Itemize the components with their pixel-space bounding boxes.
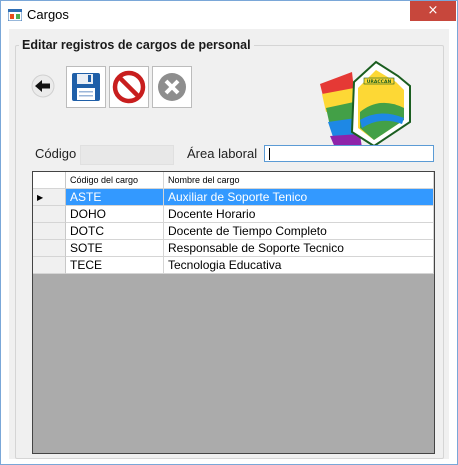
cell-nombre[interactable]: Auxiliar de Soporte Tenico <box>164 189 434 206</box>
table-row[interactable]: SOTE Responsable de Soporte Tecnico <box>33 240 434 257</box>
codigo-field[interactable] <box>80 145 174 165</box>
group-title: Editar registros de cargos de personal <box>19 38 254 52</box>
column-header-codigo[interactable]: Código del cargo <box>66 172 164 189</box>
row-header[interactable] <box>33 240 66 257</box>
row-header[interactable] <box>33 223 66 240</box>
area-laboral-label: Área laboral <box>187 146 258 161</box>
cell-nombre[interactable]: Docente Horario <box>164 206 434 223</box>
cell-codigo[interactable]: SOTE <box>66 240 164 257</box>
title-bar[interactable]: Cargos × <box>1 1 457 29</box>
table-row[interactable]: TECE Tecnologia Educativa <box>33 257 434 274</box>
close-button[interactable]: × <box>410 1 456 21</box>
grid-header-row: Código del cargo Nombre del cargo <box>33 172 434 189</box>
column-header-nombre[interactable]: Nombre del cargo <box>164 172 434 189</box>
cancel-button[interactable] <box>109 66 149 108</box>
cargos-window: Cargos × Editar registros de cargos de p… <box>0 0 458 465</box>
area-laboral-input[interactable] <box>264 145 434 162</box>
form-client-area: Editar registros de cargos de personal U… <box>9 29 449 459</box>
row-header[interactable] <box>33 257 66 274</box>
cell-nombre[interactable]: Docente de Tiempo Completo <box>164 223 434 240</box>
cell-nombre[interactable]: Responsable de Soporte Tecnico <box>164 240 434 257</box>
prohibited-icon <box>112 70 146 104</box>
back-arrow-icon[interactable] <box>30 74 56 98</box>
logo-text: URACCAN <box>367 79 392 85</box>
cell-codigo[interactable]: DOTC <box>66 223 164 240</box>
grid-corner-header[interactable] <box>33 172 66 189</box>
text-caret <box>269 148 270 160</box>
cell-codigo[interactable]: TECE <box>66 257 164 274</box>
table-row[interactable]: ▶ ASTE Auxiliar de Soporte Tenico <box>33 189 434 206</box>
codigo-label: Código <box>35 146 77 161</box>
save-button[interactable] <box>66 66 106 108</box>
table-row[interactable]: DOHO Docente Horario <box>33 206 434 223</box>
table-row[interactable]: DOTC Docente de Tiempo Completo <box>33 223 434 240</box>
cell-nombre[interactable]: Tecnologia Educativa <box>164 257 434 274</box>
delete-button[interactable] <box>152 66 192 108</box>
x-circle-icon <box>158 73 186 101</box>
window-title: Cargos <box>27 7 69 22</box>
row-header[interactable] <box>33 206 66 223</box>
window-app-icon <box>8 9 22 21</box>
cell-codigo[interactable]: DOHO <box>66 206 164 223</box>
cell-codigo[interactable]: ASTE <box>66 189 164 206</box>
cargos-grid[interactable]: Código del cargo Nombre del cargo ▶ ASTE… <box>32 171 435 454</box>
floppy-disk-icon <box>72 73 100 101</box>
current-row-indicator[interactable]: ▶ <box>33 189 66 206</box>
